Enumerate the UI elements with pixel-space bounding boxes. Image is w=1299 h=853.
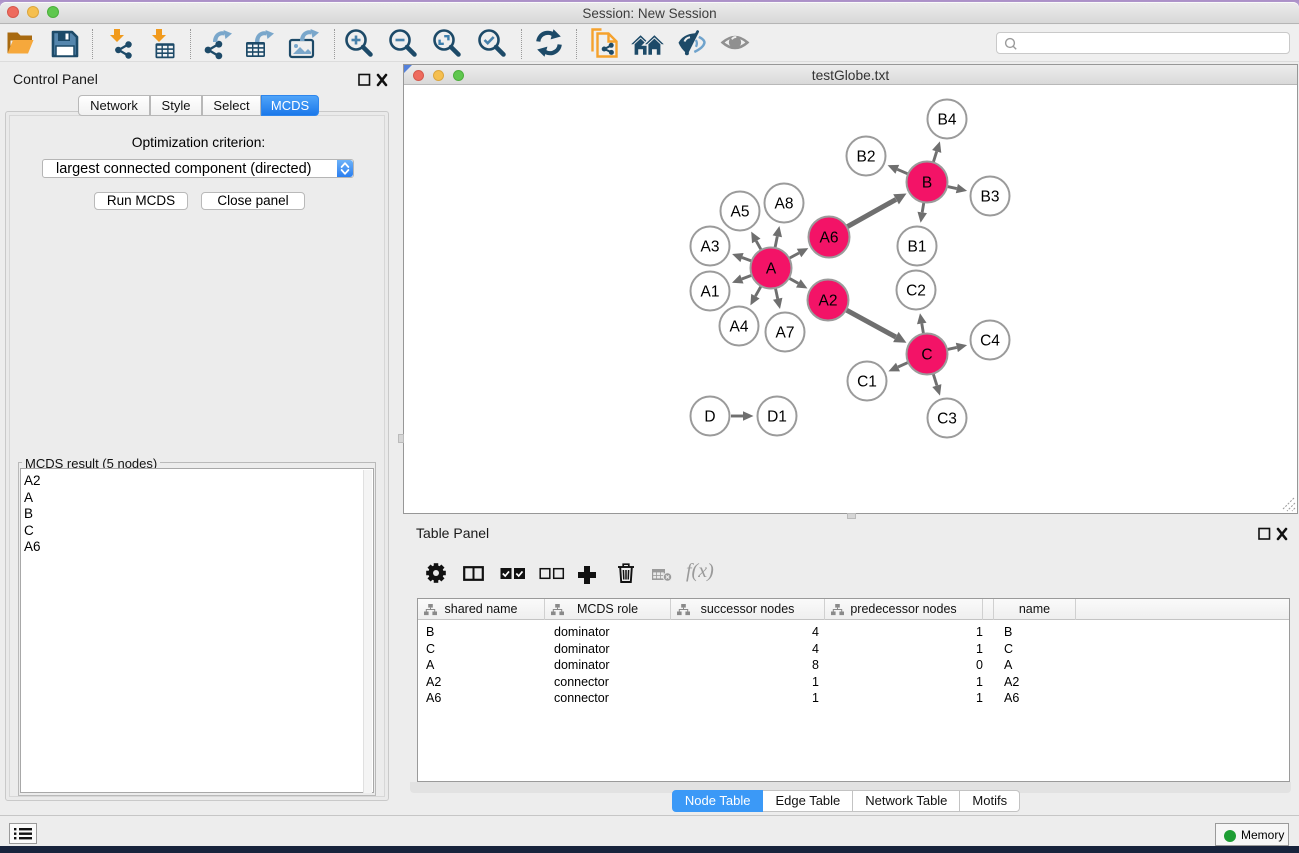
svg-text:B4: B4: [938, 112, 957, 129]
svg-text:C4: C4: [980, 333, 1000, 350]
svg-text:B1: B1: [908, 239, 927, 256]
svg-text:D: D: [704, 409, 715, 426]
svg-text:D1: D1: [767, 409, 787, 426]
svg-text:A3: A3: [701, 239, 720, 256]
svg-text:A7: A7: [776, 325, 795, 342]
svg-text:A6: A6: [820, 230, 839, 247]
svg-text:A4: A4: [730, 319, 749, 336]
svg-text:A1: A1: [701, 284, 720, 301]
svg-text:C: C: [921, 347, 932, 364]
svg-text:B3: B3: [981, 189, 1000, 206]
svg-text:C2: C2: [906, 283, 926, 300]
svg-text:C3: C3: [937, 411, 957, 428]
svg-text:A8: A8: [775, 196, 794, 213]
svg-text:A: A: [766, 261, 777, 278]
svg-text:A5: A5: [731, 204, 750, 221]
svg-text:A2: A2: [819, 293, 838, 310]
svg-text:C1: C1: [857, 374, 877, 391]
svg-text:B2: B2: [857, 149, 876, 166]
svg-text:B: B: [922, 175, 932, 192]
